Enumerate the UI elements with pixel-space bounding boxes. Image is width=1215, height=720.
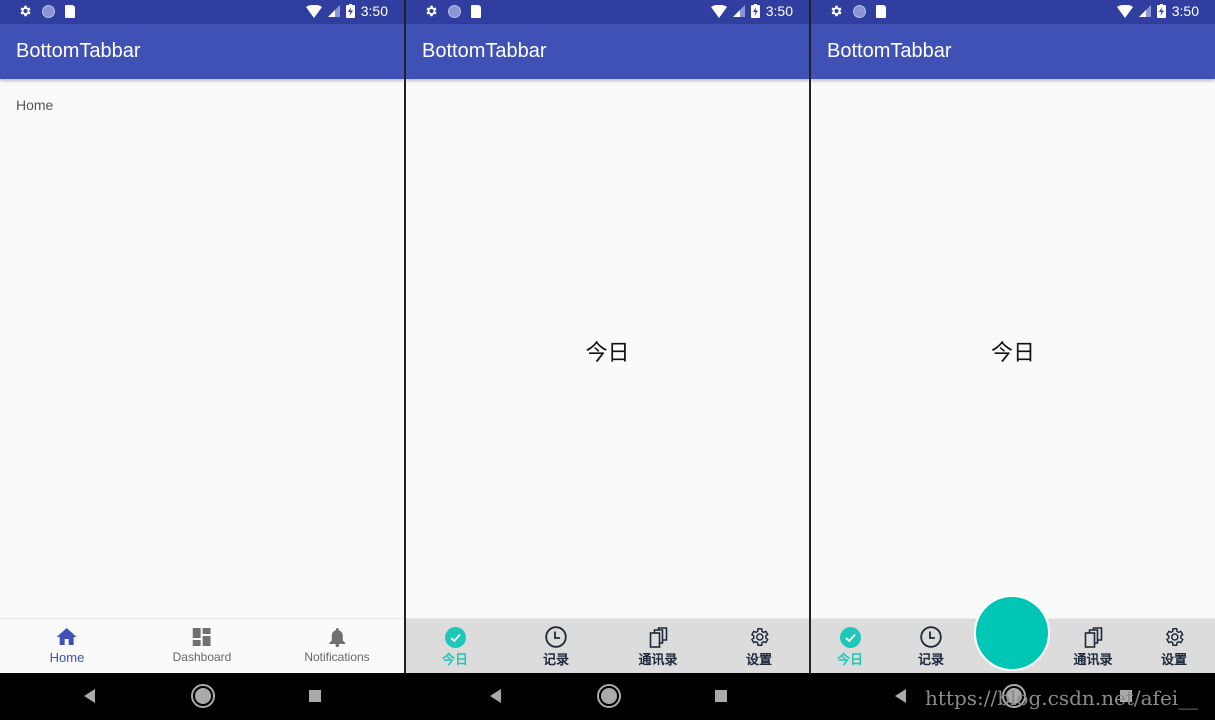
circle-notification-icon — [448, 4, 461, 18]
gear-icon — [1165, 628, 1184, 646]
screen-custom-tabbar-with-fab: 3:50 BottomTabbar 今日 今日 记录 通讯录 设置 https:… — [811, 0, 1215, 720]
back-button[interactable] — [84, 689, 95, 703]
tab-settings[interactable]: 设置 — [1161, 619, 1187, 674]
tab-today[interactable]: 今日 — [442, 619, 468, 674]
app-bar: BottomTabbar — [406, 24, 809, 79]
tab-records[interactable]: 记录 — [543, 619, 569, 674]
bottom-navigation: Home Dashboard Notifications — [0, 618, 404, 674]
check-circle-icon — [839, 626, 861, 648]
tab-contacts[interactable]: 通讯录 — [1073, 619, 1113, 674]
content-text: Home — [16, 97, 54, 113]
cell-signal-icon — [327, 5, 340, 17]
bottom-tabbar: 今日 记录 通讯录 设置 — [406, 618, 809, 674]
center-floating-action-button[interactable] — [974, 595, 1050, 671]
dashboard-icon — [193, 628, 211, 646]
app-bar: BottomTabbar — [0, 24, 404, 79]
nav-item-dashboard[interactable]: Dashboard — [172, 619, 232, 674]
back-button[interactable] — [895, 689, 906, 703]
recents-button[interactable] — [715, 690, 727, 702]
nav-label: Dashboard — [172, 650, 232, 664]
tab-label: 今日 — [836, 652, 864, 667]
watermark-text: https://blog.csdn.net/afei__ — [925, 686, 1199, 710]
recents-button[interactable] — [309, 690, 321, 702]
battery-charging-icon — [345, 4, 355, 18]
tab-label: 记录 — [917, 652, 945, 667]
screen-default-bottom-nav: 3:50 BottomTabbar Home Home Dashboard No… — [0, 0, 404, 720]
clock-time: 3:50 — [360, 3, 388, 19]
circle-notification-icon — [42, 4, 55, 18]
content-text: 今日 — [990, 340, 1035, 365]
cell-signal-icon — [1138, 5, 1151, 17]
sd-card-icon — [471, 4, 481, 18]
clock-time: 3:50 — [765, 3, 793, 19]
system-navigation-bar — [406, 673, 809, 720]
clock-icon — [545, 626, 567, 648]
tab-contacts[interactable]: 通讯录 — [638, 619, 678, 674]
tab-records[interactable]: 记录 — [918, 619, 944, 674]
home-button[interactable] — [191, 684, 215, 708]
tab-label: 设置 — [745, 652, 773, 667]
copy-icon — [1084, 626, 1102, 648]
settings-notification-icon — [426, 5, 437, 17]
nav-label: Home — [49, 650, 85, 665]
home-button[interactable] — [597, 684, 621, 708]
system-navigation-bar — [0, 673, 404, 720]
tab-label: 通讯录 — [638, 652, 678, 667]
battery-charging-icon — [750, 4, 760, 18]
home-icon — [57, 628, 77, 645]
sd-card-icon — [876, 4, 886, 18]
status-bar: 3:50 — [406, 0, 809, 24]
copy-icon — [649, 626, 667, 648]
nav-label: Notifications — [304, 650, 370, 664]
status-bar: 3:50 — [0, 0, 404, 24]
app-title: BottomTabbar — [16, 40, 141, 62]
app-bar: BottomTabbar — [811, 24, 1215, 79]
settings-notification-icon — [20, 5, 31, 17]
circle-notification-icon — [853, 4, 866, 18]
back-button[interactable] — [490, 689, 501, 703]
wifi-icon — [710, 4, 727, 18]
app-title: BottomTabbar — [827, 40, 952, 62]
status-bar: 3:50 — [811, 0, 1215, 24]
clock-icon — [920, 626, 942, 648]
wifi-icon — [305, 4, 322, 18]
tab-settings[interactable]: 设置 — [746, 619, 772, 674]
tab-today[interactable]: 今日 — [837, 619, 863, 674]
clock-time: 3:50 — [1171, 3, 1199, 19]
check-circle-icon — [444, 626, 466, 648]
cell-signal-icon — [732, 5, 745, 17]
content-text: 今日 — [585, 340, 630, 365]
app-title: BottomTabbar — [422, 40, 547, 62]
tab-label: 记录 — [542, 652, 570, 667]
gear-icon — [750, 628, 769, 646]
bell-icon — [329, 627, 345, 647]
settings-notification-icon — [831, 5, 842, 17]
nav-item-notifications[interactable]: Notifications — [304, 619, 370, 674]
sd-card-icon — [65, 4, 75, 18]
screen-custom-tabbar: 3:50 BottomTabbar 今日 今日 记录 通讯录 设置 — [406, 0, 809, 720]
wifi-icon — [1116, 4, 1133, 18]
tab-label: 今日 — [441, 652, 469, 667]
tab-label: 通讯录 — [1073, 652, 1113, 667]
tab-label: 设置 — [1160, 652, 1188, 667]
battery-charging-icon — [1156, 4, 1166, 18]
nav-item-home[interactable]: Home — [49, 619, 85, 674]
